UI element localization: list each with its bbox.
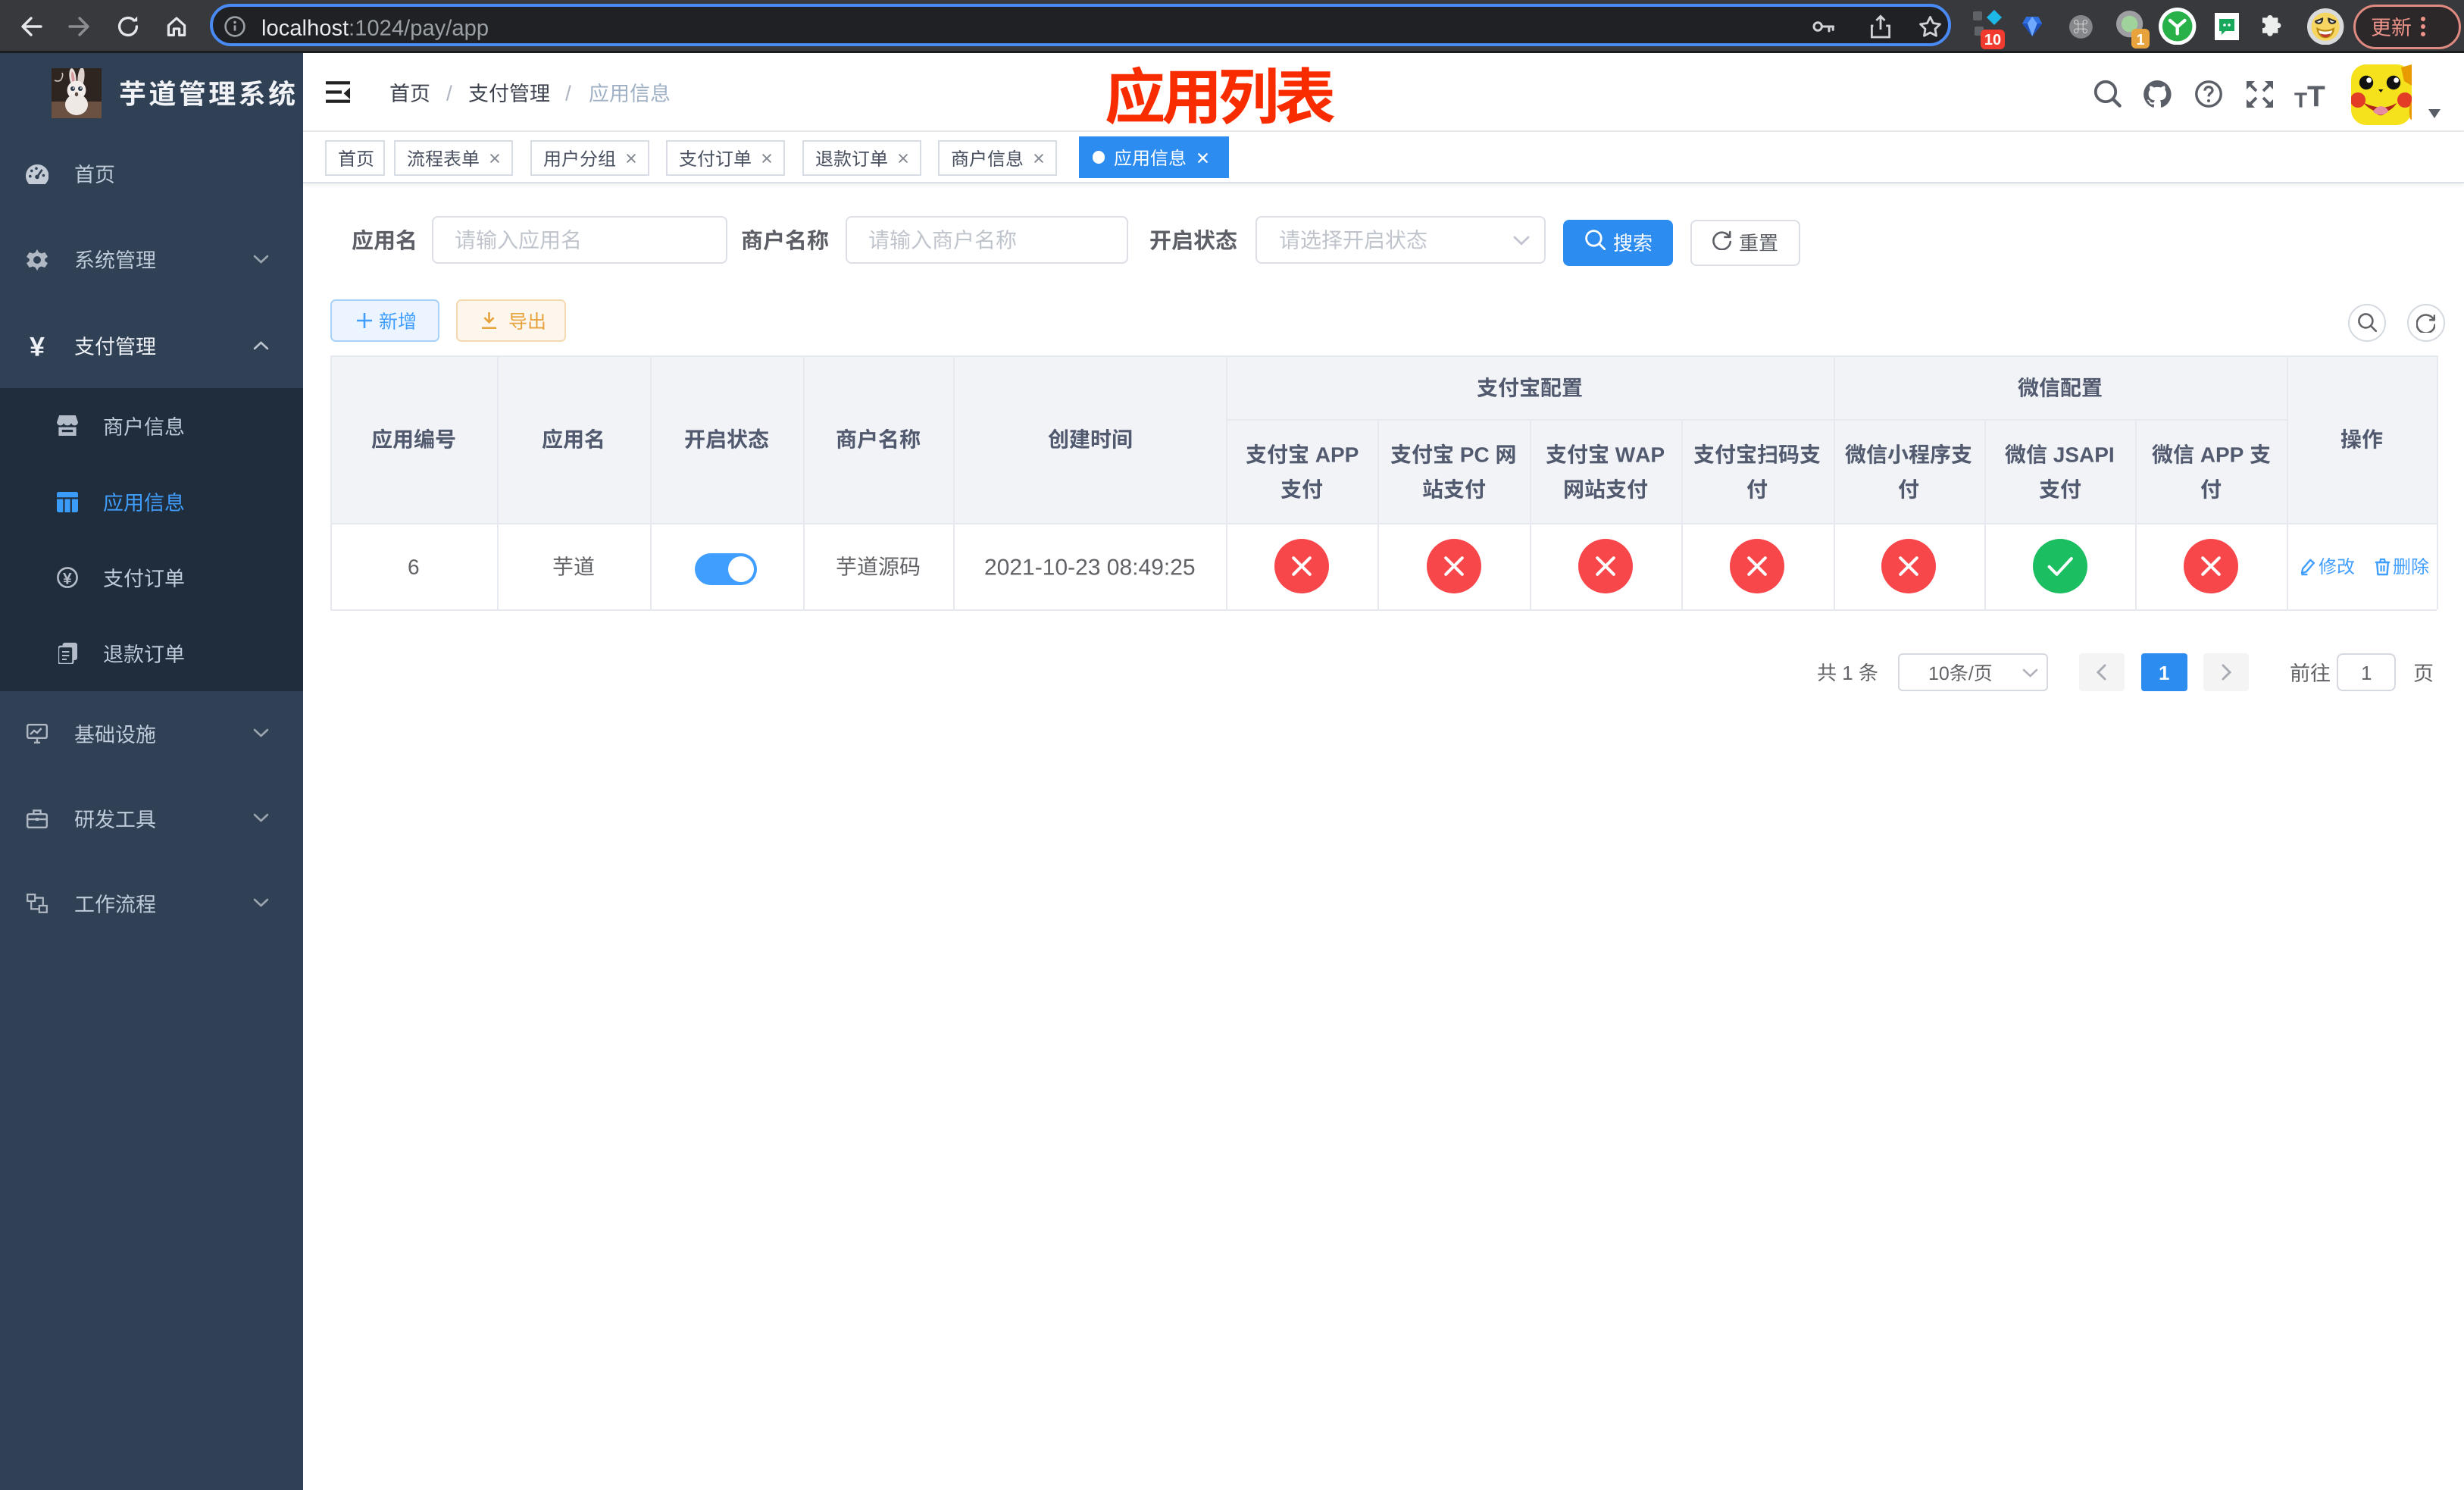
svg-text:1: 1 — [2137, 32, 2145, 49]
svg-text:10: 10 — [1984, 32, 2001, 49]
